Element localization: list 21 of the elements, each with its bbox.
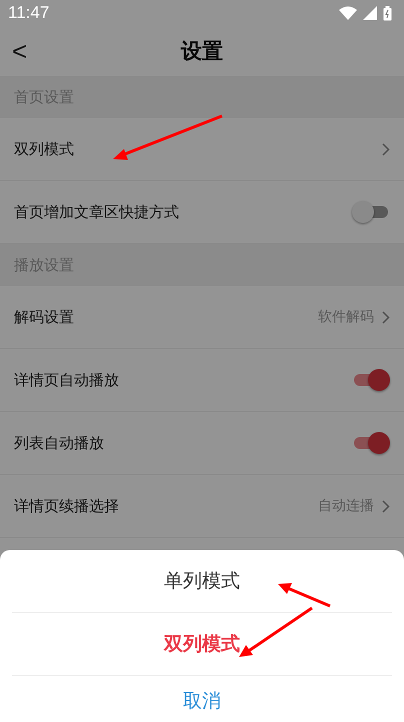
setting-label: 列表自动播放 [14, 434, 105, 452]
chevron-icon[interactable] [382, 310, 390, 324]
setting-label: 双列模式 [14, 140, 75, 158]
chevron-icon[interactable] [382, 142, 390, 156]
chevron-icon[interactable] [382, 500, 390, 512]
setting-label: 解码设置 [14, 308, 75, 326]
toggle-switch[interactable] [352, 201, 390, 223]
back-button[interactable]: < [12, 36, 28, 66]
signal-icon [363, 6, 377, 20]
setting-value: 自动连播 [318, 497, 374, 515]
toggle-switch[interactable] [352, 432, 390, 454]
toggle-switch[interactable] [352, 369, 390, 391]
setting-value: 软件解码 [318, 308, 374, 326]
setting-label: 首页增加文章区快捷方式 [14, 202, 180, 222]
battery-icon [383, 6, 392, 20]
page-title: 设置 [181, 38, 223, 65]
wifi-icon [339, 6, 357, 20]
setting-label: 详情页续播选择 [14, 496, 120, 516]
setting-label: 详情页自动播放 [14, 370, 120, 390]
cancel-button[interactable]: 取消 [12, 676, 392, 722]
status-time: 11:47 [8, 3, 50, 23]
